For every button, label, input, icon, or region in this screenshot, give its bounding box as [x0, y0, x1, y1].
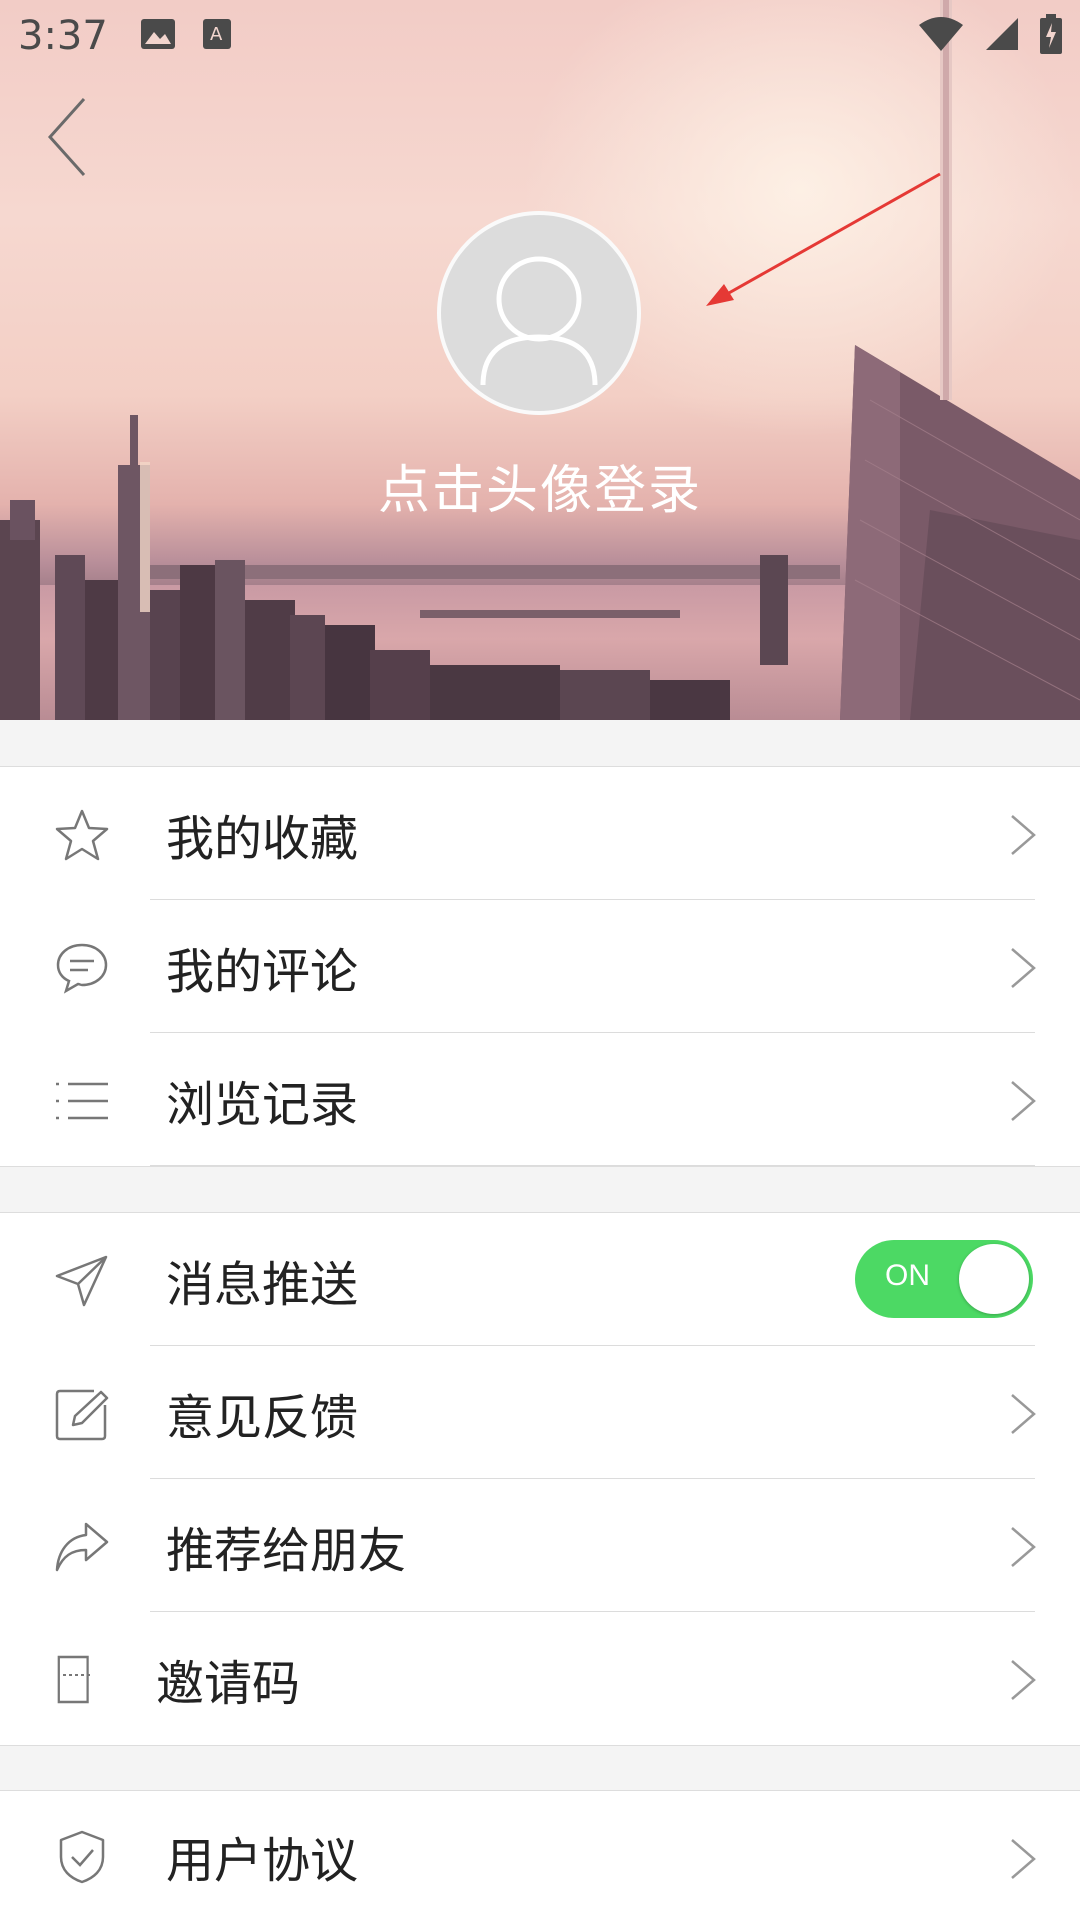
avatar-button[interactable]	[437, 211, 641, 415]
menu-item-label: 我的评论	[166, 943, 359, 1000]
menu-item-user-agreement[interactable]: 用户协议	[0, 1791, 1080, 1921]
share-arrow-icon	[52, 1519, 112, 1575]
toggle-knob	[959, 1244, 1029, 1314]
status-bar: 3:37 A	[0, 0, 1080, 72]
push-toggle[interactable]: ON	[855, 1240, 1033, 1318]
svg-text:A: A	[210, 24, 223, 45]
chevron-right-icon	[1011, 1660, 1036, 1700]
menu-group-3: 用户协议	[0, 1790, 1080, 1930]
menu-item-comments[interactable]: 我的评论	[0, 900, 1080, 1033]
row-divider	[150, 1165, 1035, 1166]
login-hint[interactable]: 点击头像登录	[0, 448, 1080, 523]
toggle-state-label: ON	[885, 1259, 930, 1292]
star-icon	[52, 807, 112, 863]
menu-item-label: 用户协议	[166, 1833, 359, 1889]
chevron-right-icon	[1011, 1394, 1036, 1434]
chevron-right-icon	[1011, 815, 1036, 855]
menu-item-label: 消息推送	[166, 1256, 359, 1313]
shield-check-icon	[52, 1829, 112, 1885]
menu-item-label: 推荐给朋友	[166, 1522, 407, 1579]
menu-item-label: 浏览记录	[166, 1076, 359, 1133]
menu-item-invite-code[interactable]: 邀请码	[0, 1612, 1080, 1745]
menu-item-label: 我的收藏	[166, 810, 359, 867]
menu-item-feedback[interactable]: 意见反馈	[0, 1346, 1080, 1479]
image-icon	[140, 18, 176, 54]
menu-item-label: 邀请码	[156, 1655, 301, 1712]
ticket-icon	[52, 1652, 112, 1708]
text-a-icon: A	[202, 18, 232, 54]
menu-item-history[interactable]: 浏览记录	[0, 1033, 1080, 1166]
list-icon	[52, 1073, 112, 1129]
chevron-right-icon	[1011, 1081, 1036, 1121]
paper-plane-icon	[52, 1253, 112, 1309]
menu-item-label: 意见反馈	[166, 1389, 359, 1446]
chevron-left-icon	[47, 97, 86, 177]
user-placeholder-icon	[480, 256, 598, 386]
comment-icon	[52, 940, 112, 996]
chevron-right-icon	[1011, 1839, 1036, 1879]
menu-group-2: 消息推送 ON 意见反馈 推荐给朋友 邀请码	[0, 1212, 1080, 1746]
menu-item-push-notifications: 消息推送 ON	[0, 1213, 1080, 1346]
back-button[interactable]	[38, 92, 94, 182]
wifi-icon	[918, 15, 964, 57]
profile-header: 3:37 A 点击头像登录	[0, 0, 1080, 720]
chevron-right-icon	[1011, 1527, 1036, 1567]
edit-icon	[52, 1386, 112, 1442]
menu-group-1: 我的收藏 我的评论 浏览记录	[0, 766, 1080, 1167]
battery-charging-icon	[1040, 14, 1062, 58]
status-time: 3:37	[18, 13, 108, 59]
chevron-right-icon	[1011, 948, 1036, 988]
menu-item-favorites[interactable]: 我的收藏	[0, 767, 1080, 900]
menu-item-recommend[interactable]: 推荐给朋友	[0, 1479, 1080, 1612]
cell-signal-icon	[984, 16, 1020, 56]
